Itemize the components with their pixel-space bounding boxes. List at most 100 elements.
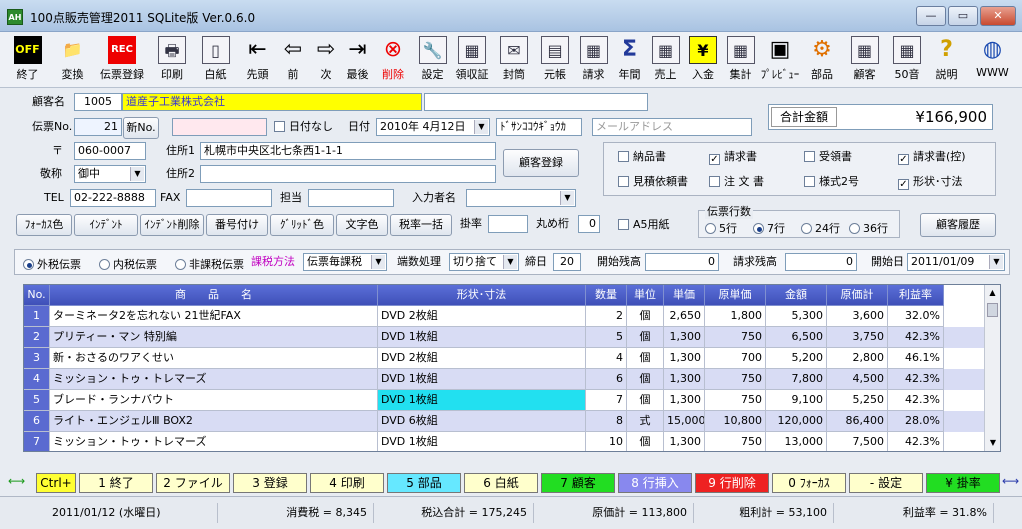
customer-name-sub-field[interactable] [424,93,648,111]
table-cell-amount[interactable]: 5,200 [766,348,827,369]
toolbar-11-button[interactable]: 🔧 設定 [414,34,451,86]
table-cell-spec[interactable]: DVD 2枚組 [378,348,586,369]
table-cell-name[interactable]: プリティー・マン 特別編 [50,327,378,348]
table-cell-amount[interactable]: 5,300 [766,306,827,327]
toolbar-6-button[interactable]: ⇤ 先頭 [238,34,277,86]
table-cell-margin[interactable]: 46.1% [888,348,944,369]
toolbar-19-button[interactable]: ▦ 集計 [722,34,759,86]
table-row[interactable]: 1 ターミネータ2を忘れない 21世紀FAX DVD 2枚組 2 個 2,650 1,800… [24,306,984,327]
fkey-8-button[interactable]: 7 顧客 [541,473,615,493]
tax-option-2[interactable]: 内税伝票 [99,256,157,272]
toolbar-24-button[interactable]: ? 説明 [928,34,965,86]
chevron-down-icon[interactable]: ▼ [989,255,1003,269]
table-cell-spec[interactable]: DVD 1枚組 [378,327,586,348]
toolbar-1-button[interactable]: OFF 終了 [3,34,52,86]
toolbar-21-button[interactable]: ⚙ 部品 [801,34,843,86]
closing-day-field[interactable]: 20 [553,253,581,271]
check-8[interactable]: ✓ 形状･寸法 [898,175,963,190]
table-cell-qty[interactable]: 8 [586,411,627,432]
email-field[interactable]: メールアドレス [592,118,752,136]
kana-field[interactable]: ﾄﾞｻﾝｺｺｳｷﾞｮｳｶ [496,118,582,136]
table-cell-cost_total[interactable]: 4,500 [827,369,888,390]
toolbar-9-button[interactable]: ⇥ 最後 [343,34,372,86]
check-5[interactable]: 見積依頼書 [618,175,688,189]
chevron-down-icon[interactable]: ▼ [474,120,488,134]
check-4[interactable]: ✓ 請求書(控) [898,150,966,165]
table-cell-unit[interactable]: 個 [627,348,664,369]
table-row[interactable]: 7 ミッション・トゥ・トレマーズ DVD 1枚組 10 個 1,300 750 13,000 7… [24,432,984,451]
tel-field[interactable]: 02-222-8888 [70,189,156,207]
check-1[interactable]: 納品書 [618,150,666,164]
table-cell-price[interactable]: 1,300 [664,369,705,390]
table-cell-cost_total[interactable]: 86,400 [827,411,888,432]
table-cell-cost[interactable]: 750 [705,369,766,390]
table-cell-margin[interactable]: 42.3% [888,369,944,390]
table-cell-qty[interactable]: 5 [586,327,627,348]
honorific-select[interactable]: 御中 ▼ [74,165,146,183]
toolbar-13-button[interactable]: ✉ 封筒 [493,34,535,86]
column-header[interactable]: 形状･寸法 [378,285,586,306]
table-cell-cost_total[interactable]: 3,750 [827,327,888,348]
entry-name-select[interactable]: ▼ [466,189,576,207]
billing-balance-field[interactable]: 0 [785,253,857,271]
fkey-10-button[interactable]: 9 行削除 [695,473,769,493]
column-header[interactable]: 原単価 [705,285,766,306]
no-date-checkbox[interactable]: 日付なし [274,120,333,134]
table-cell-cost_total[interactable]: 5,250 [827,390,888,411]
format-button-2[interactable]: ｲﾝﾃﾞﾝﾄ [74,214,138,236]
table-cell-qty[interactable]: 4 [586,348,627,369]
table-cell-cost[interactable]: 750 [705,327,766,348]
double-arrow-left-icon[interactable]: ⟷ [8,474,25,488]
person-field[interactable] [308,189,394,207]
toolbar-14-button[interactable]: ▤ 元帳 [535,34,575,86]
table-cell-spec[interactable]: DVD 1枚組 [378,369,586,390]
format-button-1[interactable]: ﾌｫｰｶｽ色 [16,214,72,236]
close-button[interactable]: ✕ [980,6,1016,26]
table-cell-price[interactable]: 1,300 [664,390,705,411]
table-cell-cost[interactable]: 10,800 [705,411,766,432]
table-cell-spec[interactable]: DVD 6枚組 [378,411,586,432]
table-cell-name[interactable]: ライト・エンジェルⅢ BOX2 [50,411,378,432]
table-cell-price[interactable]: 1,300 [664,432,705,451]
table-cell-qty[interactable]: 7 [586,390,627,411]
tax-method-select[interactable]: 伝票毎課税 ▼ [303,253,387,271]
table-cell-cost[interactable]: 750 [705,432,766,451]
tax-option-3[interactable]: 非課税伝票 [175,256,244,272]
slip-lines-option-4[interactable]: 36行 [849,220,888,236]
table-row[interactable]: 4 ミッション・トゥ・トレマーズ DVD 1枚組 6 個 1,300 750 7,800 4,5… [24,369,984,390]
fkey-7-button[interactable]: 6 白紙 [464,473,538,493]
table-cell-unit[interactable]: 式 [627,411,664,432]
date-field[interactable]: 2010年 4月12日 ▼ [376,118,490,136]
table-cell-spec[interactable]: DVD 1枚組 [378,390,586,411]
fkey-3-button[interactable]: 2 ファイル [156,473,230,493]
table-cell-name[interactable]: ミッション・トゥ・トレマーズ [50,432,378,451]
table-cell-unit[interactable]: 個 [627,432,664,451]
fkey-12-button[interactable]: - 設定 [849,473,923,493]
table-cell-amount[interactable]: 6,500 [766,327,827,348]
table-cell-margin[interactable]: 42.3% [888,432,944,451]
toolbar-12-button[interactable]: ▦ 領収証 [451,34,493,86]
table-cell-spec[interactable]: DVD 2枚組 [378,306,586,327]
toolbar-18-button[interactable]: ¥ 入金 [684,34,722,86]
postal-field[interactable]: 060-0007 [74,142,146,160]
table-cell-amount[interactable]: 13,000 [766,432,827,451]
table-cell-cost_total[interactable]: 7,500 [827,432,888,451]
slip-lines-option-2[interactable]: 7行 [753,220,785,236]
customer-history-button[interactable]: 顧客履歴 [920,213,996,237]
double-arrow-right-icon[interactable]: ⟷ [1002,474,1019,488]
column-header[interactable]: 金額 [766,285,827,306]
table-cell-unit[interactable]: 個 [627,306,664,327]
new-no-button[interactable]: 新No. [123,117,159,139]
fkey-5-button[interactable]: 4 印刷 [310,473,384,493]
slip-lines-option-1[interactable]: 5行 [705,220,737,236]
table-row[interactable]: 6 ライト・エンジェルⅢ BOX2 DVD 6枚組 8 式 15,000 10,800 120… [24,411,984,432]
check-2[interactable]: ✓ 請求書 [709,150,757,165]
tax-rate-field[interactable] [488,215,528,233]
toolbar-2-button[interactable]: 📁 変換 [52,34,93,86]
format-button-5[interactable]: ｸﾞﾘｯﾄﾞ色 [270,214,334,236]
toolbar-16-button[interactable]: Σ 年間 [612,34,647,86]
table-cell-qty[interactable]: 6 [586,369,627,390]
column-header[interactable]: 利益率 [888,285,944,306]
table-cell-cost[interactable]: 700 [705,348,766,369]
toolbar-8-button[interactable]: ⇨ 次 [309,34,343,86]
